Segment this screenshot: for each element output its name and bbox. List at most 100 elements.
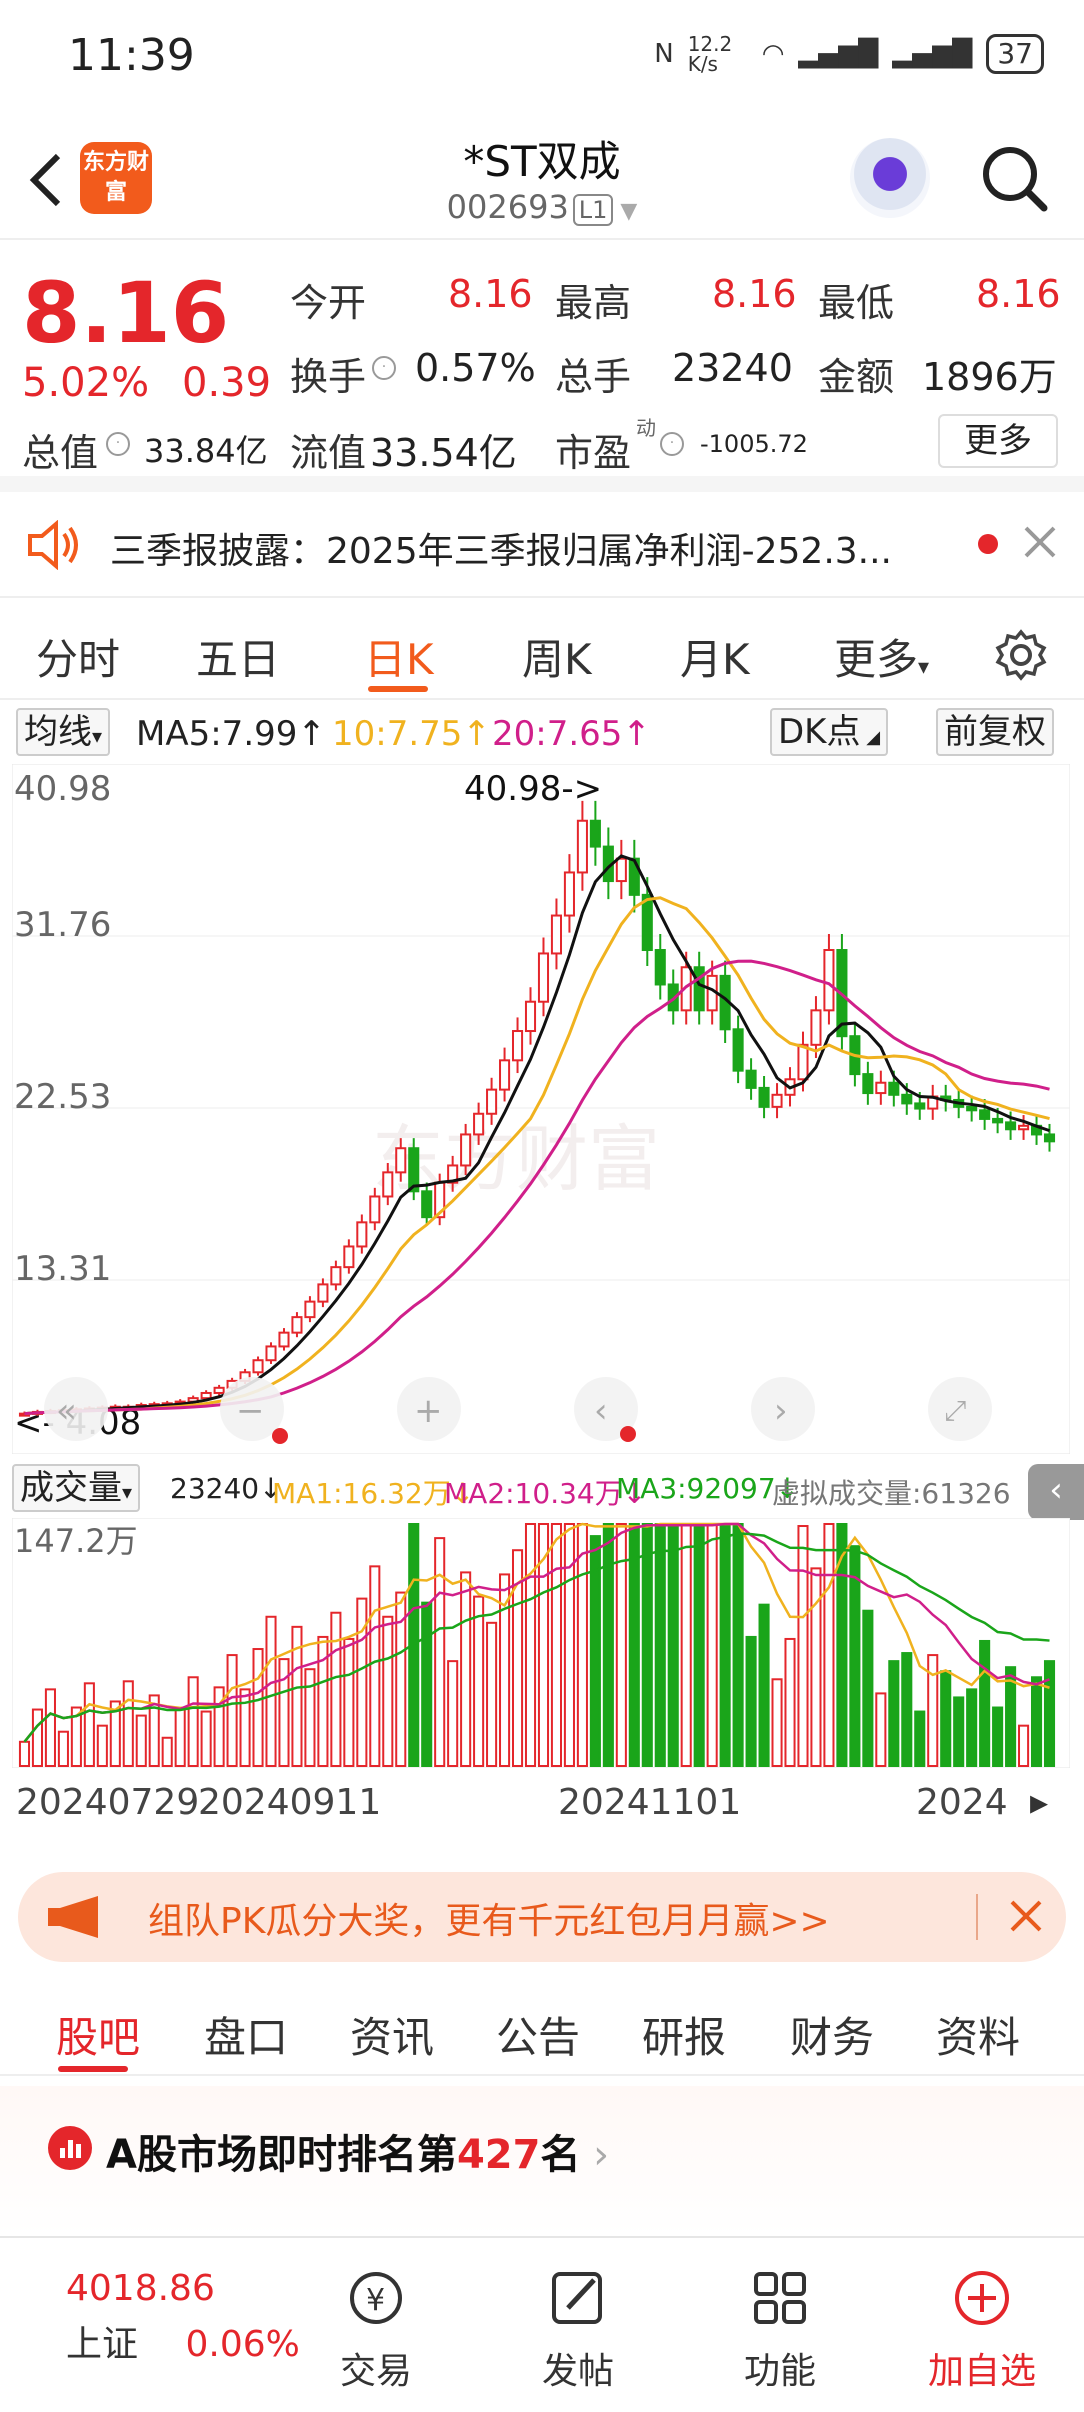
tab-research[interactable]: 研报 — [642, 2004, 726, 2065]
candle — [810, 1009, 822, 1046]
candle — [1043, 1133, 1056, 1143]
turnover-label: 换手 — [290, 355, 367, 399]
more-button[interactable]: 更多 — [938, 414, 1058, 468]
svg-text:−: − — [236, 1391, 265, 1431]
status-bar: 11:39 N 12.2 K/s ◠ ▂▄▆█ ▂▄▆█ 37 — [0, 0, 1084, 110]
volume-bar — [18, 1740, 31, 1768]
amount-label: 金额 — [818, 355, 895, 399]
volume-bar — [187, 1676, 199, 1767]
nav-add-watchlist[interactable]: 加自选 — [912, 2268, 1052, 2394]
candle — [330, 1266, 342, 1286]
info-icon[interactable]: · — [372, 356, 396, 380]
assistant-robot-icon[interactable] — [850, 138, 930, 218]
float-label: 流值 — [290, 431, 367, 475]
volume-bar — [992, 1706, 1004, 1767]
tab-announcements[interactable]: 公告 — [496, 2004, 580, 2065]
tab-daily-k[interactable]: 日K — [364, 626, 434, 687]
date-tick: 20241101 — [558, 1782, 742, 1823]
info-icon[interactable]: · — [660, 432, 684, 456]
candle — [901, 1093, 913, 1105]
index-quote[interactable]: 4018.86 上证 0.06% — [66, 2268, 300, 2367]
signal-icon: ▂▄▆█ — [798, 39, 879, 69]
amount-value: 1896万 — [922, 355, 1057, 399]
promo-banner[interactable]: 组队PK瓜分大奖，更有千元红包月月赢>> — [18, 1872, 1066, 1962]
svg-text:«: « — [56, 1391, 77, 1431]
y-tick-3: 22.53 — [14, 1077, 111, 1117]
settings-gear-icon[interactable] — [994, 628, 1048, 682]
tab-monthly-k[interactable]: 月K — [680, 626, 750, 687]
volume-bar — [940, 1670, 952, 1767]
tab-five-day[interactable]: 五日 — [196, 626, 280, 687]
info-icon[interactable]: · — [106, 432, 130, 456]
volume-bar — [524, 1523, 537, 1767]
svg-text:¥: ¥ — [366, 2283, 385, 2318]
trade-yen-icon: ¥ — [350, 2272, 402, 2324]
candle — [200, 1391, 212, 1400]
level-badge: L1 — [572, 194, 614, 226]
candle — [758, 1086, 770, 1108]
candle — [550, 914, 563, 955]
volume-bar — [356, 1597, 368, 1767]
volume-value: 23240↓ — [170, 1472, 283, 1505]
nav-trade[interactable]: ¥ 交易 — [306, 2268, 446, 2394]
volume-bar — [901, 1652, 913, 1767]
candle — [511, 1030, 524, 1062]
nav-functions[interactable]: 功能 — [710, 2268, 850, 2394]
volume-bar — [836, 1523, 848, 1767]
pe-dynamic-sup: 动 — [636, 416, 656, 440]
candle — [265, 1345, 277, 1362]
active-tab-indicator — [368, 686, 428, 692]
close-icon[interactable] — [1008, 1898, 1044, 1934]
volume-bar — [330, 1611, 342, 1767]
volume-chart[interactable]: 147.2万 — [12, 1518, 1070, 1768]
dk-point-toggle[interactable]: DK点 ◢ — [770, 708, 889, 756]
svg-text:⤢: ⤢ — [944, 1394, 966, 1427]
volume-bar — [473, 1595, 485, 1767]
volume-bar — [252, 1648, 264, 1768]
candle — [1018, 1124, 1030, 1131]
svg-text:›: › — [774, 1391, 788, 1431]
volume-bar — [797, 1525, 809, 1768]
volume-bar — [654, 1523, 666, 1767]
index-name: 上证 — [66, 2324, 139, 2365]
scroll-right-icon[interactable]: ▸ — [1030, 1782, 1048, 1823]
volume-bar — [719, 1523, 731, 1767]
market-rank-card[interactable]: A股市场即时排名第427名 › — [0, 2086, 1084, 2236]
promo-text[interactable]: 组队PK瓜分大奖，更有千元红包月月赢>> — [148, 1892, 830, 1944]
volume-indicator-select[interactable]: 成交量▾ — [12, 1464, 141, 1512]
candle — [615, 857, 627, 883]
indicator-select[interactable]: 均线▾ — [16, 708, 111, 756]
search-icon[interactable] — [980, 144, 1050, 214]
candle — [914, 1102, 926, 1110]
volume-bar — [758, 1603, 770, 1767]
candle — [771, 1093, 783, 1108]
add-circle-icon — [955, 2271, 1009, 2325]
tab-news[interactable]: 资讯 — [350, 2004, 434, 2065]
candlestick-chart[interactable]: 东方财富 40.98 31.76 22.53 13.31 40.98-> <- … — [12, 764, 1070, 1454]
candle — [979, 1109, 991, 1120]
tab-intraday[interactable]: 分时 — [36, 626, 120, 687]
tab-pankou[interactable]: 盘口 — [204, 2004, 288, 2065]
tab-guba[interactable]: 股吧 — [56, 2004, 140, 2065]
volume-bar — [732, 1523, 744, 1767]
adjust-select[interactable]: 前复权 — [936, 708, 1054, 756]
candle — [797, 1043, 809, 1081]
candle — [966, 1105, 978, 1112]
clock: 11:39 — [68, 30, 195, 81]
collapse-panel-icon[interactable]: ‹ — [1028, 1464, 1084, 1520]
candle — [291, 1316, 303, 1334]
candle — [421, 1190, 433, 1219]
tab-finance[interactable]: 财务 — [790, 2004, 874, 2065]
nav-post[interactable]: 发帖 — [508, 2268, 648, 2394]
tab-weekly-k[interactable]: 周K — [522, 626, 592, 687]
volume-bar — [680, 1523, 692, 1767]
close-icon[interactable] — [1020, 522, 1060, 562]
tab-more[interactable]: 更多▾ — [834, 626, 929, 687]
pe-label: 市盈 — [555, 431, 632, 475]
volume-bar — [460, 1571, 472, 1768]
tab-profile[interactable]: 资料 — [936, 2004, 1020, 2065]
notice-text[interactable]: 三季报披露：2025年三季报归属净利润-252.3... — [110, 522, 930, 574]
community-tabs: 股吧 盘口 资讯 公告 研报 财务 资料 — [0, 1976, 1084, 2076]
volume-bar — [862, 1609, 874, 1768]
notice-bar[interactable]: 三季报披露：2025年三季报归属净利润-252.3... — [0, 494, 1084, 598]
